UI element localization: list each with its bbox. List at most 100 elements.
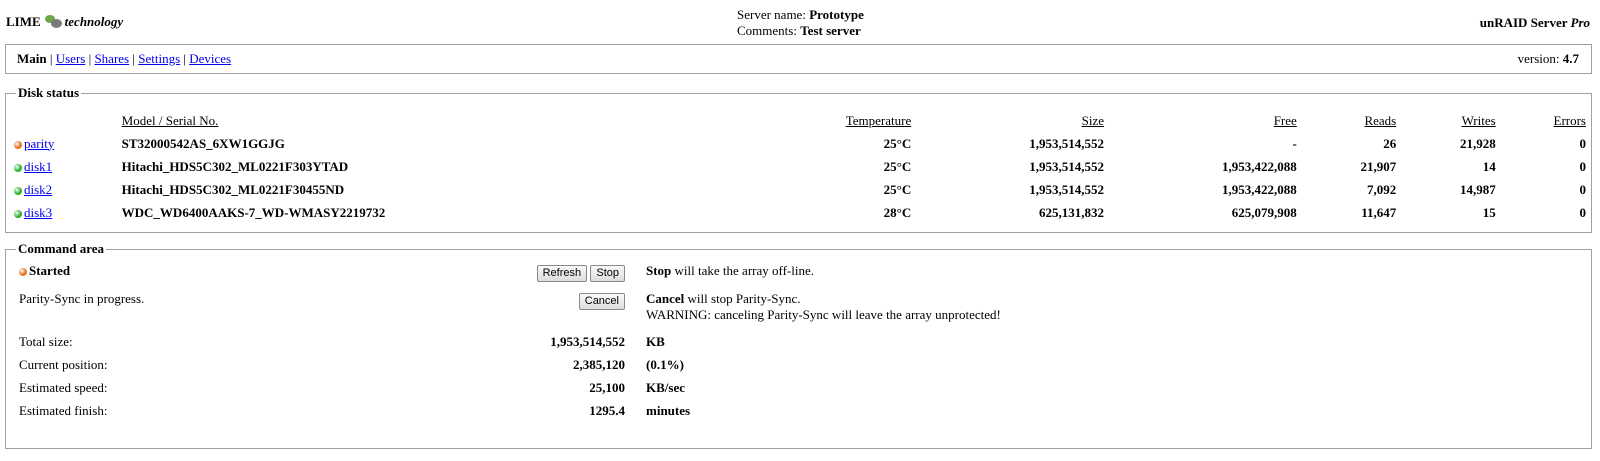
- command-area-panel: Command area Started Refresh Stop Stop w…: [5, 241, 1592, 449]
- disk-errors: 0: [1579, 181, 1587, 197]
- stat-value-estimated-finish: 1295.4: [589, 403, 625, 418]
- version-info: version: 4.7: [1518, 51, 1579, 67]
- col-writes[interactable]: Writes: [1396, 110, 1496, 132]
- status-dot-icon: [14, 140, 22, 149]
- disk-name-cell: disk2: [14, 178, 122, 201]
- table-row: disk1 Hitachi_HDS5C302_ML0221F303YTAD 25…: [14, 155, 1586, 178]
- disk-table-header: Model / Serial No. Temperature Size Free…: [14, 110, 1586, 132]
- stat-unit-current-position: (0.1%): [646, 357, 684, 372]
- server-info: Server name: Prototype Comments: Test se…: [737, 7, 864, 39]
- leaf-icon: [43, 13, 63, 29]
- nav-item-shares[interactable]: Shares: [94, 51, 129, 66]
- col-temperature[interactable]: Temperature: [655, 110, 912, 132]
- product-brand: unRAID Server Pro: [1480, 15, 1590, 31]
- disk-name-cell: parity: [14, 132, 122, 155]
- disk-writes: 21,928: [1459, 135, 1496, 151]
- version-label: version:: [1517, 51, 1560, 66]
- nav-item-main[interactable]: Main: [17, 51, 47, 66]
- lime-technology-logo: LIME technology: [6, 13, 123, 30]
- col-free[interactable]: Free: [1104, 110, 1297, 132]
- stat-value-current-position: 2,385,120: [573, 357, 625, 372]
- server-name-line: Server name: Prototype: [737, 7, 864, 23]
- col-model[interactable]: Model / Serial No.: [122, 110, 655, 132]
- table-row: disk3 WDC_WD6400AAKS-7_WD-WMASY2219732 2…: [14, 201, 1586, 224]
- disk-reads: 7,092: [1367, 181, 1397, 197]
- disk-status-panel: Disk status Model / Serial No. Temperatu…: [5, 85, 1592, 233]
- comments-line: Comments: Test server: [737, 23, 864, 39]
- nav-item-settings[interactable]: Settings: [138, 51, 180, 66]
- disk-link-disk1[interactable]: disk1: [24, 159, 52, 174]
- nav-separator: |: [88, 51, 92, 66]
- col-errors[interactable]: Errors: [1496, 110, 1587, 132]
- server-name-value: Prototype: [809, 7, 864, 22]
- refresh-button[interactable]: Refresh: [536, 265, 588, 282]
- stat-value-total-size: 1,953,514,552: [550, 334, 625, 349]
- parity-warning: WARNING: canceling Parity-Sync will leav…: [646, 307, 1001, 322]
- disk-reads: 26: [1383, 135, 1397, 151]
- nav-separator: |: [132, 51, 135, 66]
- cancel-desc-bold: Cancel: [646, 291, 685, 306]
- disk-link-parity[interactable]: parity: [24, 136, 54, 151]
- server-name-label: Server name:: [737, 7, 806, 22]
- disk-temperature: 25°C: [883, 135, 912, 151]
- brand-edition: Pro: [1570, 15, 1591, 30]
- disk-size: 1,953,514,552: [1029, 135, 1105, 151]
- disk-name-cell: disk1: [14, 155, 122, 178]
- version-value: 4.7: [1562, 51, 1579, 66]
- parity-sync-message: Parity-Sync in progress.: [19, 291, 145, 306]
- col-device: [14, 110, 122, 132]
- cancel-description: Cancel will stop Parity-Sync. WARNING: c…: [646, 291, 1001, 323]
- nav-separator: |: [49, 51, 53, 66]
- disk-size: 1,953,514,552: [1029, 181, 1105, 197]
- nav-item-users[interactable]: Users: [56, 51, 86, 66]
- disk-table: Model / Serial No. Temperature Size Free…: [14, 110, 1586, 224]
- disk-status-legend: Disk status: [16, 85, 82, 101]
- cancel-desc-text: will stop Parity-Sync.: [687, 291, 801, 306]
- table-row: parity ST32000542AS_6XW1GGJG 25°C 1,953,…: [14, 132, 1586, 155]
- comments-label: Comments:: [737, 23, 797, 38]
- stat-label-estimated-finish: Estimated finish:: [19, 403, 108, 418]
- disk-link-disk3[interactable]: disk3: [24, 205, 52, 220]
- array-status-text: Started: [29, 263, 71, 278]
- stop-description: Stop will take the array off-line.: [646, 263, 814, 279]
- array-status: Started: [19, 263, 70, 279]
- disk-model: ST32000542AS_6XW1GGJG: [121, 135, 285, 151]
- stop-button[interactable]: Stop: [590, 265, 625, 282]
- status-dot-icon: [14, 186, 22, 195]
- nav-bar: Main | Users | Shares | Settings | Devic…: [5, 44, 1592, 74]
- disk-reads: 11,647: [1361, 204, 1397, 220]
- cancel-button-wrap: Cancel: [578, 292, 625, 310]
- brand-name: unRAID Server: [1479, 15, 1568, 30]
- disk-model: WDC_WD6400AAKS-7_WD-WMASY2219732: [121, 204, 386, 220]
- disk-temperature: 25°C: [883, 181, 912, 197]
- stop-desc-text: will take the array off-line.: [674, 263, 814, 278]
- table-row: disk2 Hitachi_HDS5C302_ML0221F30455ND 25…: [14, 178, 1586, 201]
- stop-desc-bold: Stop: [646, 263, 672, 278]
- disk-writes: 14,987: [1459, 181, 1496, 197]
- disk-free: -: [1292, 135, 1297, 151]
- stat-label-estimated-speed: Estimated speed:: [19, 380, 108, 395]
- disk-link-disk2[interactable]: disk2: [24, 182, 52, 197]
- disk-name-cell: disk3: [14, 201, 122, 224]
- status-dot-icon: [14, 209, 22, 218]
- disk-free: 625,079,908: [1231, 204, 1297, 220]
- disk-free: 1,953,422,088: [1222, 158, 1297, 174]
- logo-text-technology: technology: [64, 14, 124, 29]
- disk-reads: 21,907: [1360, 158, 1397, 174]
- stat-unit-estimated-speed: KB/sec: [646, 380, 685, 395]
- disk-model: Hitachi_HDS5C302_ML0221F303YTAD: [121, 158, 349, 174]
- nav-item-devices[interactable]: Devices: [189, 51, 231, 66]
- status-dot-icon: [14, 163, 22, 172]
- col-size[interactable]: Size: [911, 110, 1104, 132]
- nav-links: Main | Users | Shares | Settings | Devic…: [17, 51, 231, 67]
- disk-writes: 14: [1482, 158, 1496, 174]
- command-area-legend: Command area: [16, 241, 107, 257]
- sync-stat-units: KB (0.1%) KB/sec minutes: [646, 330, 690, 422]
- logo-text-lime: LIME: [6, 14, 41, 29]
- cancel-button[interactable]: Cancel: [578, 293, 625, 310]
- stat-unit-estimated-finish: minutes: [646, 403, 691, 418]
- col-reads[interactable]: Reads: [1297, 110, 1396, 132]
- disk-model: Hitachi_HDS5C302_ML0221F30455ND: [121, 181, 345, 197]
- disk-size: 625,131,832: [1039, 204, 1105, 220]
- sync-stat-labels: Total size: Current position: Estimated …: [19, 330, 107, 422]
